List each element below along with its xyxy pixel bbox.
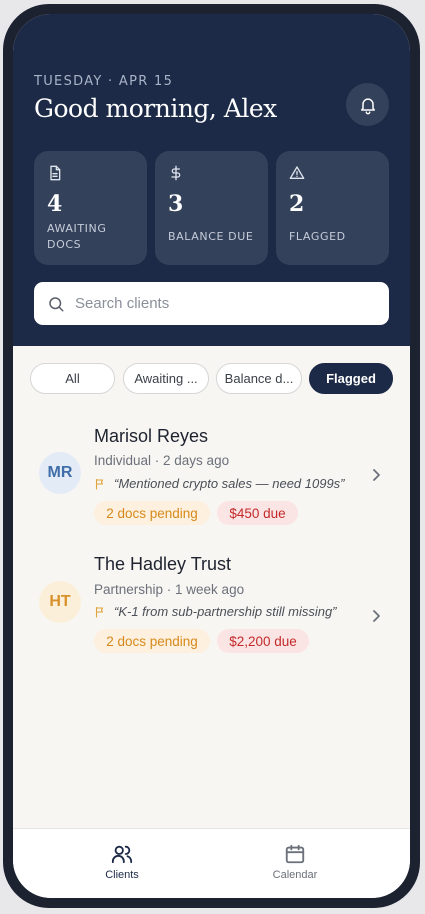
bell-icon xyxy=(360,97,375,114)
search-placeholder: Search clients xyxy=(75,295,170,312)
search-input[interactable]: Search clients xyxy=(34,282,389,325)
flag-icon xyxy=(95,478,104,490)
avatar: MR xyxy=(39,452,81,494)
phone-frame: TUESDAY · APR 15 Good morning, Alex 4 AW… xyxy=(3,4,420,908)
client-row[interactable]: MR Marisol Reyes Individual · 2 days ago… xyxy=(13,426,410,544)
header: TUESDAY · APR 15 Good morning, Alex 4 AW… xyxy=(13,14,410,346)
warning-icon xyxy=(289,166,305,179)
client-name: The Hadley Trust xyxy=(94,554,232,574)
client-meta: Individual · 2 days ago xyxy=(94,453,230,468)
stat-label: FLAGGED xyxy=(289,230,346,243)
greeting-title: Good morning, Alex xyxy=(34,94,277,123)
client-note-text: “K-1 from sub-partnership still missing” xyxy=(114,604,337,619)
dollar-icon xyxy=(171,165,181,181)
notifications-button[interactable] xyxy=(346,83,389,126)
stat-card-balance-due[interactable]: 3 BALANCE DUE xyxy=(155,151,268,265)
client-meta: Partnership · 1 week ago xyxy=(94,582,245,597)
balance-due-badge: $450 due xyxy=(217,501,298,525)
search-icon xyxy=(49,296,64,311)
client-note: “K-1 from sub-partnership still missing” xyxy=(94,604,354,619)
filter-chip-flagged[interactable]: Flagged xyxy=(309,363,393,394)
stat-value: 4 xyxy=(47,191,63,217)
client-row[interactable]: HT The Hadley Trust Partnership · 1 week… xyxy=(13,554,410,672)
chevron-right-icon xyxy=(373,610,380,622)
tab-clients[interactable]: Clients xyxy=(62,843,182,887)
users-icon xyxy=(111,845,133,864)
filter-chip-awaiting[interactable]: Awaiting ... xyxy=(123,363,209,394)
stat-card-flagged[interactable]: 2 FLAGGED xyxy=(276,151,389,265)
date-label: TUESDAY · APR 15 xyxy=(34,74,174,89)
docs-pending-badge: 2 docs pending xyxy=(94,501,210,525)
chevron-right-icon xyxy=(373,469,380,481)
stat-label: AWAITING DOCS xyxy=(47,222,107,251)
filter-chip-all[interactable]: All xyxy=(30,363,115,394)
stat-value: 3 xyxy=(168,191,184,217)
client-name: Marisol Reyes xyxy=(94,426,209,446)
tab-label: Calendar xyxy=(272,869,318,881)
balance-due-badge: $2,200 due xyxy=(217,629,309,653)
bottom-tab-bar: Clients Calendar xyxy=(13,828,410,898)
tab-label: Clients xyxy=(105,869,139,881)
app-screen: TUESDAY · APR 15 Good morning, Alex 4 AW… xyxy=(13,14,410,898)
flag-icon xyxy=(95,606,104,618)
client-note-text: “Mentioned crypto sales — need 1099s” xyxy=(114,476,345,491)
calendar-icon xyxy=(285,844,305,864)
document-icon xyxy=(50,165,61,181)
stat-card-awaiting-docs[interactable]: 4 AWAITING DOCS xyxy=(34,151,147,265)
tab-calendar[interactable]: Calendar xyxy=(235,843,355,887)
stat-value: 2 xyxy=(289,191,305,217)
avatar: HT xyxy=(39,581,81,623)
stat-label: BALANCE DUE xyxy=(168,230,254,243)
client-note: “Mentioned crypto sales — need 1099s” xyxy=(94,476,354,491)
filter-chip-balance[interactable]: Balance d... xyxy=(216,363,302,394)
docs-pending-badge: 2 docs pending xyxy=(94,629,210,653)
